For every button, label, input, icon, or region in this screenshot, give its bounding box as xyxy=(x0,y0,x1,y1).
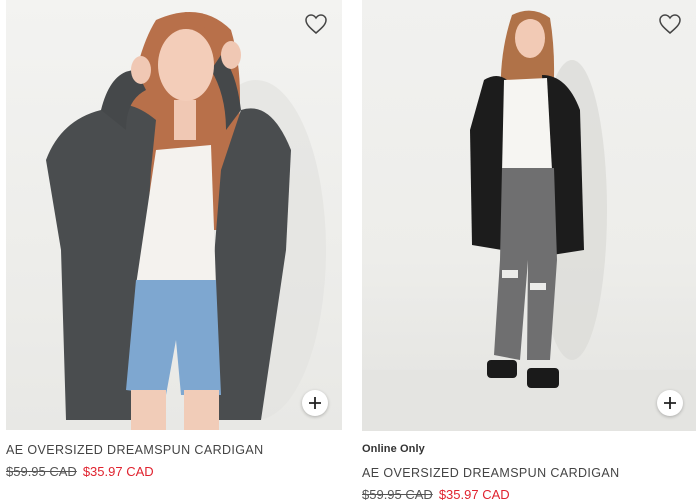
price-row: $59.95 CAD $35.97 CAD xyxy=(362,487,510,502)
original-price: $59.95 CAD xyxy=(362,487,433,502)
product-name[interactable]: AE OVERSIZED DREAMSPUN CARDIGAN xyxy=(6,443,264,457)
heart-outline-icon[interactable] xyxy=(304,13,328,35)
quick-add-button[interactable] xyxy=(302,390,328,416)
product-name[interactable]: AE OVERSIZED DREAMSPUN CARDIGAN xyxy=(362,466,620,480)
online-only-badge: Online Only xyxy=(362,443,425,455)
product-image[interactable] xyxy=(362,0,696,431)
product-card[interactable]: Online Only AE OVERSIZED DREAMSPUN CARDI… xyxy=(362,0,696,502)
original-price: $59.95 CAD xyxy=(6,464,77,479)
model-photo xyxy=(46,12,326,430)
plus-icon xyxy=(309,397,321,409)
sale-price: $35.97 CAD xyxy=(438,487,510,502)
plus-icon xyxy=(664,397,676,409)
quick-add-button[interactable] xyxy=(657,390,683,416)
product-card[interactable]: AE OVERSIZED DREAMSPUN CARDIGAN $59.95 C… xyxy=(6,0,342,479)
model-photo xyxy=(362,10,696,431)
price-row: $59.95 CAD $35.97 CAD xyxy=(6,464,154,479)
product-image[interactable] xyxy=(6,0,342,430)
heart-outline-icon[interactable] xyxy=(658,13,682,35)
sale-price: $35.97 CAD xyxy=(82,464,154,479)
